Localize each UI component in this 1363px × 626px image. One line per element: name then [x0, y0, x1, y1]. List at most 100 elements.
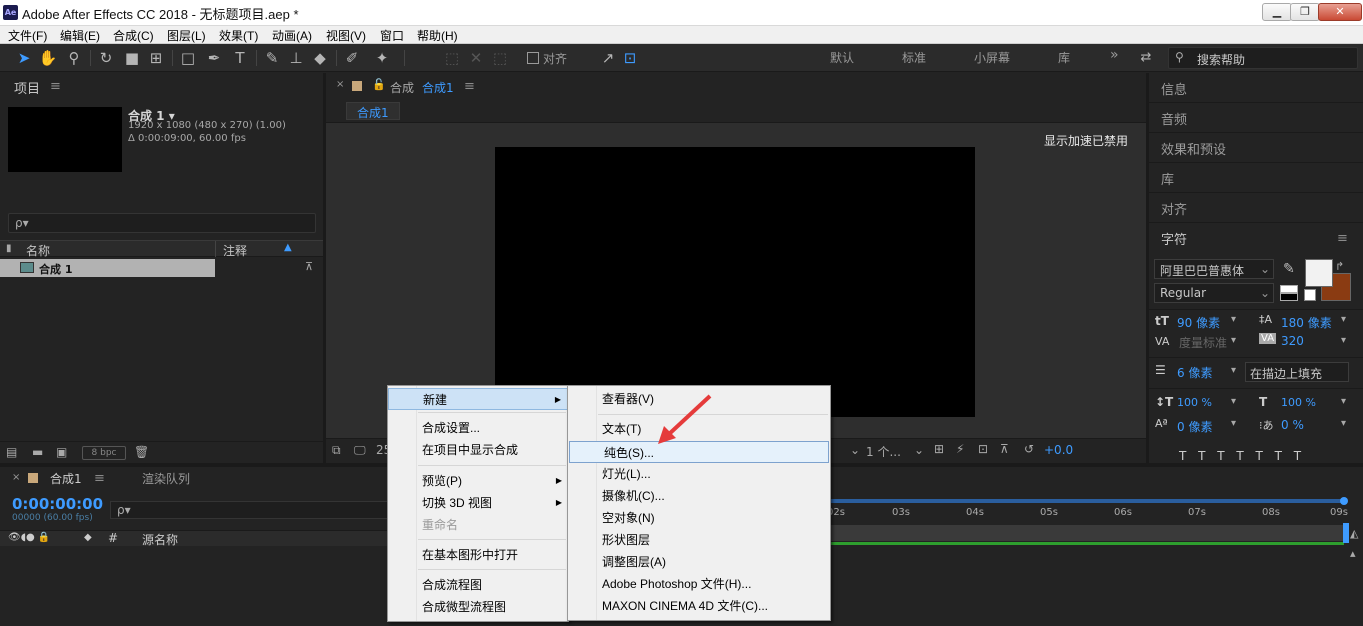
help-search-input[interactable]: ⚲ 搜索帮助	[1168, 47, 1358, 69]
menu-file[interactable]: 文件(F)	[8, 27, 47, 44]
playhead[interactable]	[1343, 523, 1349, 543]
zoom-out-icon[interactable]: ◭	[1350, 527, 1358, 540]
toggle-pixel-aspect-icon[interactable]: ⊞	[934, 442, 944, 456]
zoom-slider-icon[interactable]: ▴	[1350, 547, 1356, 560]
menu-animation[interactable]: 动画(A)	[272, 27, 312, 44]
font-family-select[interactable]: 阿里巴巴普惠体 ⌄	[1154, 259, 1274, 279]
chevron-down-icon[interactable]: ▾	[1231, 418, 1236, 429]
menu-effect[interactable]: 效果(T)	[219, 27, 258, 44]
faux-style-buttons-icon[interactable]: TTTTTTT	[1179, 449, 1313, 463]
menu-help[interactable]: 帮助(H)	[417, 27, 458, 44]
menu-item-reveal-in-project[interactable]: 在项目中显示合成	[388, 439, 568, 461]
timecode-display[interactable]: 0:00:00:00	[12, 495, 103, 513]
panel-align[interactable]: 对齐	[1149, 193, 1363, 223]
comp-panel-menu-icon[interactable]: ≡	[464, 79, 475, 94]
chevron-down-icon[interactable]: ▾	[1231, 365, 1236, 376]
comp-panel-title[interactable]: 合成1	[422, 79, 454, 96]
default-colors-icon-bottom[interactable]	[1280, 293, 1298, 301]
close-button[interactable]: ✕	[1318, 3, 1362, 21]
project-panel-menu-icon[interactable]: ≡	[50, 79, 61, 94]
clone-stamp-tool-icon[interactable]: ⊥	[286, 48, 306, 68]
font-size-value[interactable]: 90 像素	[1177, 314, 1220, 331]
chevron-down-icon[interactable]: ▾	[1341, 396, 1346, 407]
align-checkbox[interactable]	[527, 52, 539, 64]
close-panel-icon[interactable]: ×	[12, 472, 20, 483]
type-tool-icon[interactable]: T	[230, 48, 250, 68]
panel-libraries[interactable]: 库	[1149, 163, 1363, 193]
fast-previews-icon[interactable]: ⚡	[956, 442, 964, 456]
dropdown-arrow-icon[interactable]: ⌄	[914, 443, 924, 457]
source-name-header[interactable]: 源名称	[142, 531, 178, 548]
fill-color-swatch[interactable]	[1305, 259, 1333, 287]
hand-tool-icon[interactable]: ✋	[38, 48, 58, 68]
comment-column-header[interactable]: 注释	[223, 242, 247, 259]
bit-depth-button[interactable]: 8 bpc	[82, 446, 126, 460]
workspace-standard[interactable]: 标准	[902, 49, 926, 66]
baseline-shift-value[interactable]: 0 像素	[1177, 418, 1212, 435]
chevron-down-icon[interactable]: ▾	[1231, 314, 1236, 325]
close-panel-icon[interactable]: ×	[336, 79, 344, 90]
new-comp-icon[interactable]: ▣	[56, 445, 67, 459]
workspaces-more-button[interactable]: »	[1110, 47, 1119, 63]
menu-view[interactable]: 视图(V)	[326, 27, 366, 44]
tab-comp1[interactable]: 合成1	[346, 102, 400, 120]
restore-button[interactable]: ❐	[1290, 3, 1320, 21]
exposure-value[interactable]: +0.0	[1044, 443, 1073, 457]
tab-render-queue[interactable]: 渲染队列	[142, 470, 190, 487]
menu-item-open-in-essential-graphics[interactable]: 在基本图形中打开	[388, 544, 568, 566]
stroke-width-value[interactable]: 6 像素	[1177, 364, 1212, 381]
menu-window[interactable]: 窗口	[380, 27, 404, 44]
vertical-scale-value[interactable]: 100 %	[1177, 396, 1212, 409]
timeline-menu-icon[interactable]: ≡	[94, 471, 105, 486]
rotate-tool-icon[interactable]: ↻	[96, 48, 116, 68]
puppet-pin-tool-icon[interactable]: ✦	[372, 48, 392, 68]
stroke-mode-select[interactable]: 在描边上填充	[1245, 362, 1349, 382]
horizontal-scale-value[interactable]: 100 %	[1281, 396, 1316, 409]
transparency-grid-icon[interactable]: ⊡	[978, 442, 988, 456]
rectangle-tool-icon[interactable]: □	[178, 48, 198, 68]
reset-exposure-icon[interactable]: ↺	[1024, 442, 1034, 456]
eyedropper-icon[interactable]: ✎	[1283, 261, 1295, 277]
interpret-footage-icon[interactable]: ▤	[6, 445, 17, 459]
submenu-item-adjustment-layer[interactable]: 调整图层(A)	[568, 551, 830, 573]
chevron-down-icon[interactable]: ▾	[1341, 335, 1346, 346]
submenu-item-null-object[interactable]: 空对象(N)	[568, 507, 830, 529]
tab-timeline-comp1[interactable]: 合成1	[50, 470, 82, 487]
sort-ascending-icon[interactable]: ▲	[284, 242, 292, 253]
panel-effects-presets[interactable]: 效果和预设	[1149, 133, 1363, 163]
view-axis-icon[interactable]: ⬚	[490, 48, 510, 68]
workspace-small-screen[interactable]: 小屏幕	[974, 49, 1010, 66]
local-axis-icon[interactable]: ⬚	[442, 48, 462, 68]
submenu-item-camera[interactable]: 摄像机(C)...	[568, 485, 830, 507]
zoom-tool-icon[interactable]: ⚲	[64, 48, 84, 68]
leading-value[interactable]: 180 像素	[1281, 314, 1332, 331]
menu-layer[interactable]: 图层(L)	[167, 27, 206, 44]
snap-icon[interactable]: ↗	[598, 48, 618, 68]
chevron-down-icon[interactable]: ▾	[1231, 396, 1236, 407]
character-panel-menu-icon[interactable]: ≡	[1337, 231, 1348, 246]
menu-edit[interactable]: 编辑(E)	[60, 27, 100, 44]
chevron-down-icon[interactable]: ▾	[1341, 314, 1346, 325]
timeline-search-input[interactable]: ρ▾	[110, 501, 390, 519]
pen-tool-icon[interactable]: ✒	[204, 48, 224, 68]
panel-audio[interactable]: 音频	[1149, 103, 1363, 133]
snap-options-icon[interactable]: ⊡	[620, 48, 640, 68]
menu-item-comp-mini-flowchart[interactable]: 合成微型流程图	[388, 596, 568, 618]
flowchart-icon[interactable]: ⊼	[305, 260, 313, 273]
roto-brush-tool-icon[interactable]: ✐	[342, 48, 362, 68]
menu-composition[interactable]: 合成(C)	[113, 27, 154, 44]
new-folder-icon[interactable]: ▬	[32, 445, 43, 459]
submenu-item-photoshop-file[interactable]: Adobe Photoshop 文件(H)...	[568, 573, 830, 595]
name-column-header[interactable]: 名称	[26, 242, 50, 259]
world-axis-icon[interactable]: ✕	[466, 48, 486, 68]
display-icon[interactable]: 🖵	[354, 443, 366, 458]
project-item-row[interactable]: 合成 1 ⊼	[0, 259, 323, 277]
font-style-select[interactable]: Regular ⌄	[1154, 283, 1274, 303]
menu-item-switch-3d-view[interactable]: 切换 3D 视图 ▶	[388, 492, 568, 514]
dropdown-arrow-icon[interactable]: ⌄	[850, 443, 860, 457]
tsume-value[interactable]: 0 %	[1281, 418, 1304, 432]
view-layout-dropdown[interactable]: 1 个...	[866, 443, 901, 460]
workspace-default[interactable]: 默认	[830, 49, 854, 66]
brush-tool-icon[interactable]: ✎	[262, 48, 282, 68]
selection-tool-icon[interactable]: ➤	[14, 48, 34, 68]
